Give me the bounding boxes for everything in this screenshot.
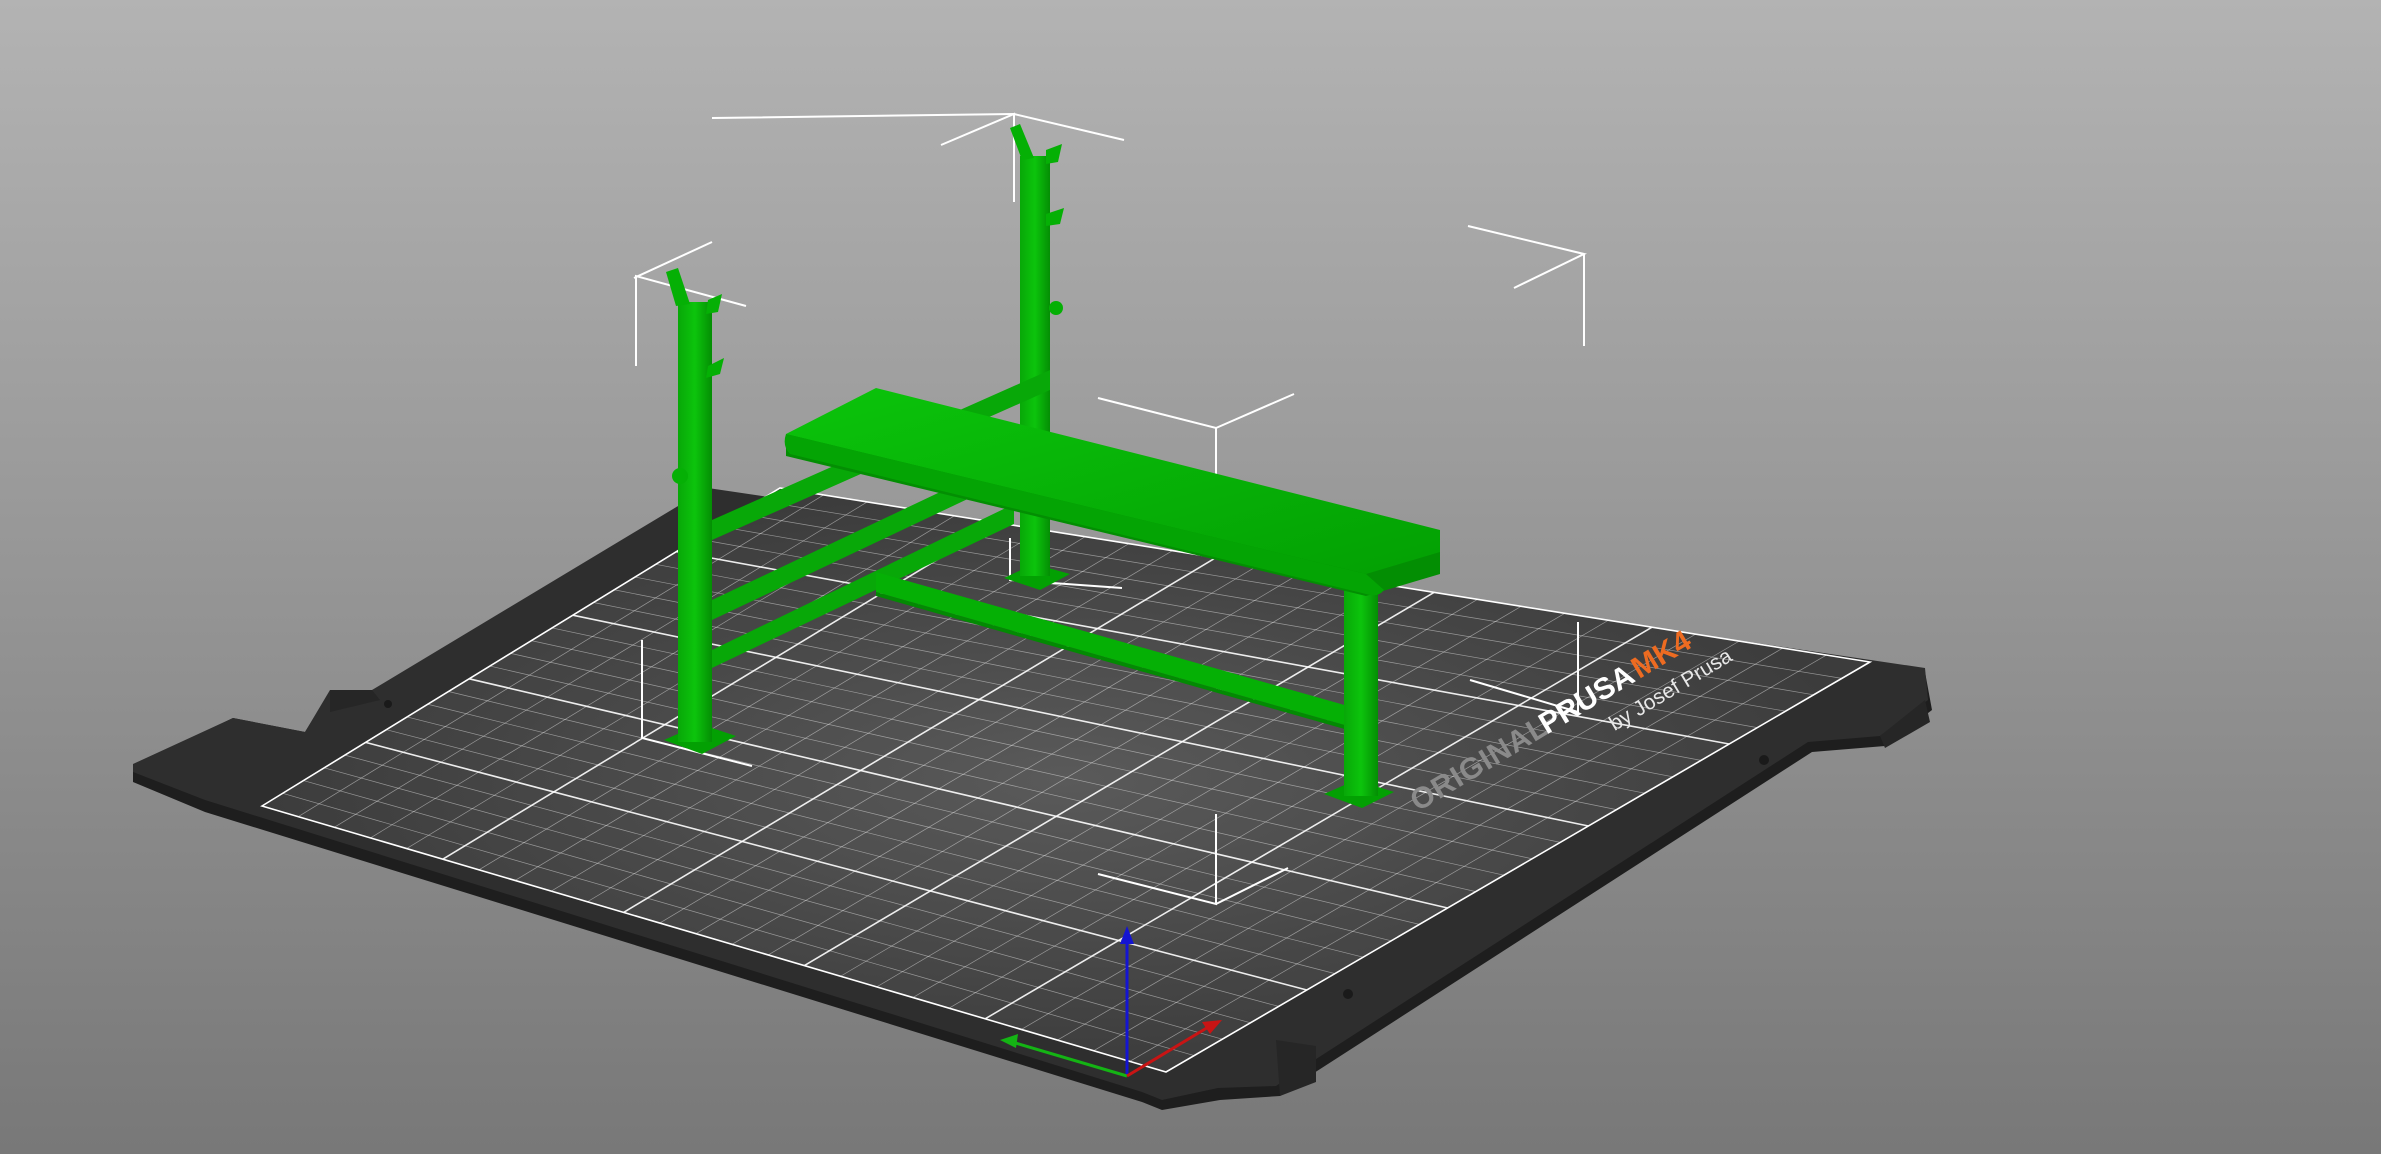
bed-mount-dot bbox=[1343, 989, 1353, 999]
leg-column bbox=[1344, 584, 1378, 796]
post-column bbox=[678, 302, 712, 742]
post-knob bbox=[1049, 301, 1063, 315]
scene-canvas[interactable]: ORIGINAL PRUSA MK4 by Josef Prusa bbox=[0, 0, 2381, 1154]
3d-viewport[interactable]: ORIGINAL PRUSA MK4 by Josef Prusa bbox=[0, 0, 2381, 1154]
bed-mount-dot bbox=[384, 700, 392, 708]
post-knob bbox=[672, 468, 688, 484]
bed-mount-dot bbox=[1759, 755, 1769, 765]
